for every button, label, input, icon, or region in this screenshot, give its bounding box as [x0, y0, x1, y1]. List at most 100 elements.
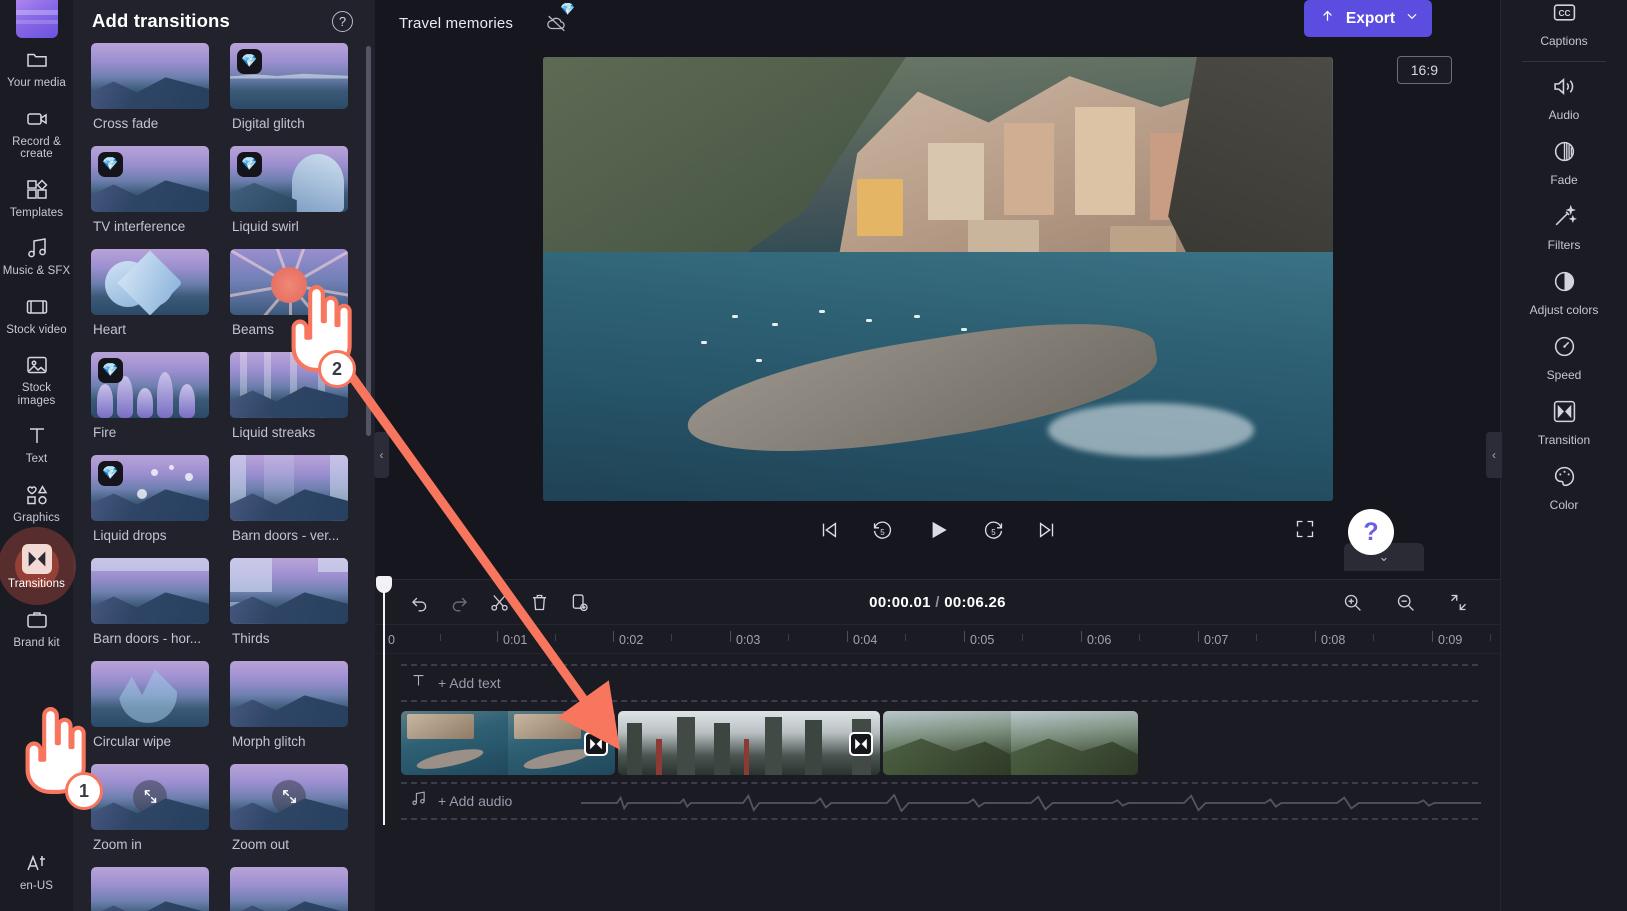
sidebar-item-music-sfx[interactable]: Music & SFX: [0, 226, 73, 285]
panel-collapse-button[interactable]: ‹: [374, 432, 389, 478]
prop-item-color[interactable]: Color: [1501, 455, 1627, 520]
transition-card[interactable]: 💎 Digital glitch: [230, 42, 359, 146]
transition-card[interactable]: Zoom out: [230, 763, 359, 867]
transition-thumbnail: [91, 248, 209, 315]
transition-card[interactable]: 💎 Fire: [91, 351, 220, 455]
table-row[interactable]: [401, 711, 615, 775]
sidebar-item-stock-video[interactable]: Stock video: [0, 285, 73, 344]
table-row[interactable]: [618, 711, 880, 775]
audio-track[interactable]: + Add audio: [401, 782, 1481, 820]
panel-help-icon[interactable]: ?: [332, 10, 353, 32]
timeline-ruler[interactable]: 0 0:01 0:02 0:03 0:04 0:05 0:06 0:07 0:0…: [375, 624, 1500, 654]
forward-5-icon[interactable]: 5: [982, 519, 1005, 542]
sidebar-item-brand-kit[interactable]: Brand kit: [0, 598, 73, 657]
transitions-grid[interactable]: Cross fade 💎 Digital glitch 💎 TV interfe…: [73, 42, 375, 911]
ruler-label: 0:02: [619, 633, 644, 647]
playhead[interactable]: [376, 576, 392, 825]
aspect-ratio-badge[interactable]: 16:9: [1396, 56, 1452, 84]
playhead-handle[interactable]: [376, 576, 392, 593]
text-track[interactable]: + Add text: [401, 664, 1478, 702]
fit-screen-icon[interactable]: [1438, 585, 1478, 619]
transition-label: Liquid streaks: [232, 424, 316, 440]
transition-card[interactable]: [230, 866, 359, 911]
rewind-5-icon[interactable]: 5: [871, 519, 894, 542]
premium-gem-icon: 💎: [237, 151, 262, 177]
transition-card[interactable]: 💎 Liquid drops: [91, 454, 220, 558]
transition-thumbnail: 💎: [91, 351, 209, 418]
sidebar-item-transitions[interactable]: Transitions: [0, 527, 76, 605]
prop-item-adjust-colors[interactable]: Adjust colors: [1501, 260, 1627, 325]
transition-card[interactable]: Beams: [230, 248, 359, 352]
transition-card[interactable]: [91, 866, 220, 911]
transition-thumbnail: [230, 763, 348, 830]
skip-forward-icon[interactable]: [1036, 519, 1058, 541]
premium-gem-icon: 💎: [560, 2, 576, 16]
transition-label: TV interference: [93, 218, 186, 234]
sidebar-item-language[interactable]: en-US: [0, 841, 73, 900]
prop-item-filters[interactable]: Filters: [1501, 195, 1627, 260]
transition-card[interactable]: Circular wipe: [91, 660, 220, 764]
transition-card[interactable]: Heart: [91, 248, 220, 352]
video-track: [401, 711, 1138, 775]
sidebar-item-graphics[interactable]: Graphics: [0, 473, 73, 532]
prop-label: Speed: [1546, 368, 1582, 382]
redo-button[interactable]: [439, 585, 479, 619]
transition-marker[interactable]: [584, 732, 608, 756]
transition-icon: [1552, 399, 1577, 429]
zoom-in-icon[interactable]: [1332, 585, 1372, 619]
table-row[interactable]: [883, 711, 1138, 775]
fullscreen-icon[interactable]: [1295, 519, 1315, 544]
left-sidebar: Your media Record & create Templates Mus…: [0, 0, 76, 911]
film-icon: [24, 294, 50, 320]
transition-thumbnail: 💎: [230, 145, 348, 212]
prop-item-audio[interactable]: Audio: [1501, 65, 1627, 130]
text-icon: [24, 423, 50, 449]
transition-card[interactable]: Barn doors - hor...: [91, 557, 220, 661]
transition-marker[interactable]: [849, 732, 873, 756]
ruler-label: 0:01: [503, 633, 528, 647]
export-button[interactable]: Export: [1303, 0, 1432, 37]
transition-card[interactable]: Barn doors - ver...: [230, 454, 359, 558]
cloud-off-icon[interactable]: 💎: [544, 2, 575, 34]
play-icon[interactable]: [925, 517, 951, 543]
contrast-icon: [1552, 269, 1577, 299]
svg-text:5: 5: [880, 527, 885, 536]
zoom-out-icon[interactable]: [1385, 585, 1425, 619]
timeline-tracks: + Add text + Add audio: [375, 576, 1500, 911]
panel-scrollbar[interactable]: [366, 46, 371, 436]
transition-card[interactable]: 💎 TV interference: [91, 145, 220, 249]
prop-label: Captions: [1540, 34, 1588, 48]
transition-card[interactable]: 💎 Liquid swirl: [230, 145, 359, 249]
prop-item-captions[interactable]: CC Captions: [1501, 0, 1627, 56]
prop-label: Audio: [1548, 108, 1580, 122]
transition-card[interactable]: Zoom in: [91, 763, 220, 867]
duplicate-button[interactable]: [559, 585, 599, 619]
transition-card[interactable]: Morph glitch: [230, 660, 359, 764]
skip-back-icon[interactable]: [818, 519, 840, 541]
transition-card[interactable]: Thirds: [230, 557, 359, 661]
delete-button[interactable]: [519, 585, 559, 619]
sidebar-item-stock-images[interactable]: Stock images: [0, 343, 73, 414]
sidebar-item-templates[interactable]: Templates: [0, 168, 73, 227]
sidebar-item-text[interactable]: Text: [0, 414, 73, 473]
prop-item-fade[interactable]: Fade: [1501, 130, 1627, 195]
help-button[interactable]: ?: [1348, 509, 1394, 555]
transition-thumbnail: [91, 866, 209, 911]
transition-card[interactable]: Cross fade: [91, 42, 220, 146]
sidebar-item-your-media[interactable]: Your media: [0, 38, 73, 97]
split-button[interactable]: [479, 585, 519, 619]
prop-item-speed[interactable]: Speed: [1501, 325, 1627, 390]
transition-card[interactable]: Liquid streaks: [230, 351, 359, 455]
sidebar-label: Brand kit: [13, 636, 60, 649]
video-preview[interactable]: [542, 57, 1333, 501]
page-title[interactable]: Travel memories: [399, 15, 513, 32]
graphics-icon: [24, 482, 50, 508]
closed-captions-icon: CC: [1552, 0, 1577, 30]
help-question-icon: ?: [1363, 517, 1379, 546]
undo-button[interactable]: [399, 585, 439, 619]
sidebar-item-record-create[interactable]: Record & create: [0, 97, 73, 168]
properties-collapse-button[interactable]: ‹: [1486, 432, 1502, 478]
prop-item-transition[interactable]: Transition: [1501, 390, 1627, 455]
main-area: Travel memories 💎 Export 16:9 5 5 00:00.…: [375, 0, 1500, 911]
sidebar-label: Stock video: [6, 323, 67, 336]
